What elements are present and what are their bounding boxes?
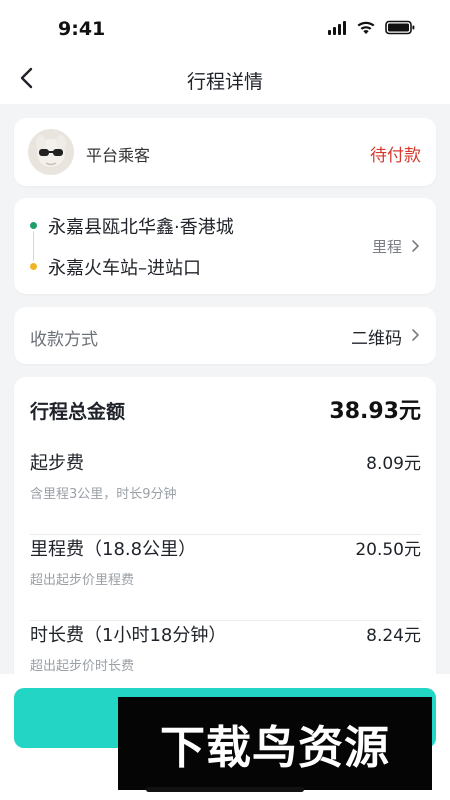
chevron-right-icon bbox=[412, 240, 419, 252]
payment-status-badge: 待付款 bbox=[370, 146, 421, 166]
fee-description: 超出起步价里程费 bbox=[30, 573, 135, 588]
page-title: 行程详情 bbox=[186, 71, 263, 93]
fare-details-card: 行程总金额 38.93元 起步费 8.09元 含里程3公里，时长9分钟 里程费（… bbox=[14, 377, 436, 697]
start-address: 永嘉县瓯北华鑫·香港城 bbox=[48, 217, 234, 238]
wifi-icon bbox=[357, 21, 375, 34]
status-time: 9:41 bbox=[58, 18, 106, 40]
fee-amount: 20.50元 bbox=[355, 540, 421, 560]
fee-description: 含里程3公里，时长9分钟 bbox=[30, 487, 177, 502]
fee-amount: 8.09元 bbox=[366, 454, 421, 474]
watermark-text: 下载鸟资源 bbox=[159, 721, 390, 774]
status-icons bbox=[327, 20, 416, 35]
total-fare-label: 行程总金额 bbox=[30, 401, 126, 423]
payment-method-row[interactable]: 收款方式 二维码 bbox=[14, 307, 436, 364]
route-card[interactable]: 永嘉县瓯北华鑫·香港城 永嘉火车站–进站口 里程 bbox=[14, 198, 436, 294]
fee-row-base: 起步费 8.09元 含里程3公里，时长9分钟 bbox=[30, 449, 421, 535]
route-line bbox=[33, 231, 34, 261]
fee-name: 时长费（1小时18分钟） bbox=[30, 625, 227, 646]
avatar bbox=[28, 129, 74, 175]
start-point-icon bbox=[30, 222, 37, 229]
status-bar: 9:41 bbox=[0, 0, 450, 56]
signal-icon bbox=[328, 20, 346, 35]
passenger-label: 平台乘客 bbox=[86, 146, 151, 165]
payment-method-value[interactable]: 二维码 bbox=[351, 324, 402, 349]
fee-amount: 8.24元 bbox=[366, 626, 421, 646]
navigation-bar: 行程详情 bbox=[0, 56, 450, 104]
mileage-link[interactable]: 里程 bbox=[372, 236, 402, 257]
watermark: 下载鸟资源 bbox=[118, 697, 432, 790]
fee-row-mileage: 里程费（18.8公里） 20.50元 超出起步价里程费 bbox=[30, 535, 421, 621]
fee-name: 起步费 bbox=[30, 453, 84, 474]
chevron-right-icon bbox=[412, 329, 419, 341]
fee-description: 超出起步价时长费 bbox=[30, 659, 135, 674]
passenger-card: 平台乘客 待付款 bbox=[14, 118, 436, 186]
payment-method-label: 收款方式 bbox=[30, 330, 98, 350]
battery-icon bbox=[385, 20, 415, 35]
home-indicator bbox=[146, 787, 304, 792]
end-point-icon bbox=[30, 263, 37, 270]
total-fare-amount: 38.93元 bbox=[329, 399, 421, 424]
fee-name: 里程费（18.8公里） bbox=[30, 539, 197, 560]
end-address: 永嘉火车站–进站口 bbox=[48, 258, 201, 279]
